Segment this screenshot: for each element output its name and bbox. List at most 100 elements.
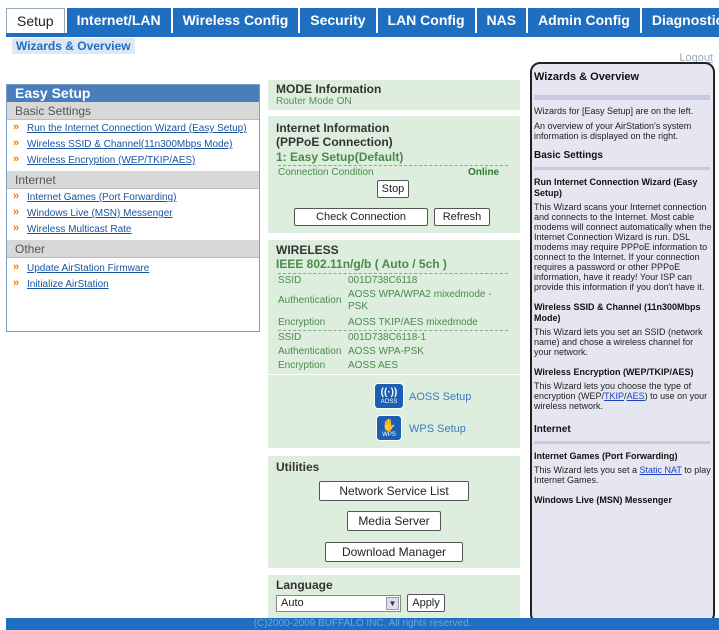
- internet-connection-type: (PPPoE Connection): [276, 135, 393, 149]
- chevron-down-icon: ▼: [386, 597, 399, 610]
- ssid-label: SSID: [278, 275, 302, 286]
- divider: [278, 273, 508, 274]
- help-ssid-text: This Wizard lets you set an SSID (networ…: [534, 327, 703, 357]
- tab-diagnostic[interactable]: Diagnostic: [641, 8, 719, 33]
- utilities-box: Utilities Network Service List Media Ser…: [268, 456, 520, 568]
- wireless-title: WIRELESS: [276, 243, 339, 257]
- double-arrow-icon: »: [13, 206, 20, 218]
- encryption-label: Encryption: [278, 317, 326, 328]
- link-wireless-encryption[interactable]: » Wireless Encryption (WEP/TKIP/AES): [7, 152, 259, 171]
- wireless-mode: IEEE 802.11n/g/b ( Auto / 5ch ): [276, 257, 447, 271]
- tab-bar: Setup Internet/LAN Wireless Config Secur…: [6, 8, 719, 33]
- apply-button[interactable]: Apply: [407, 594, 445, 612]
- double-arrow-icon: »: [13, 277, 20, 289]
- connection-condition-value: Online: [468, 167, 500, 178]
- language-title: Language: [276, 578, 333, 592]
- help-enc-text: This Wizard lets you choose the type of …: [534, 381, 708, 411]
- link-initialize-airstation[interactable]: » Initialize AirStation: [7, 276, 259, 292]
- authentication-label: Authentication: [278, 346, 342, 357]
- ssid-value: 001D738C6118-1: [348, 332, 427, 343]
- mode-info-box: MODE Information Router Mode ON: [268, 80, 520, 110]
- wireless-info-box: WIRELESS IEEE 802.11n/g/b ( Auto / 5ch )…: [268, 240, 520, 448]
- ssid-label: SSID: [278, 332, 302, 343]
- double-arrow-icon: »: [13, 137, 20, 149]
- tab-lan-config[interactable]: LAN Config: [377, 8, 475, 33]
- wps-setup-link[interactable]: WPS Setup: [409, 423, 466, 435]
- divider: [278, 330, 508, 331]
- utilities-title: Utilities: [276, 460, 320, 474]
- aes-link[interactable]: AES: [627, 391, 645, 401]
- internet-info-box: Internet Information (PPPoE Connection) …: [268, 116, 520, 233]
- double-arrow-icon: »: [13, 190, 20, 202]
- link-multicast-rate[interactable]: » Wireless Multicast Rate: [7, 221, 259, 240]
- language-box: Language Auto ▼ Apply: [268, 575, 520, 618]
- aoss-setup-link[interactable]: AOSS Setup: [409, 391, 471, 403]
- refresh-button[interactable]: Refresh: [434, 208, 490, 226]
- network-service-list-button[interactable]: Network Service List: [319, 481, 469, 501]
- link-update-firmware[interactable]: » Update AirStation Firmware: [7, 258, 259, 276]
- tab-security[interactable]: Security: [300, 8, 376, 33]
- tab-setup[interactable]: Setup: [6, 8, 65, 33]
- media-server-button[interactable]: Media Server: [347, 511, 441, 531]
- stop-button[interactable]: Stop: [377, 180, 409, 198]
- connection-condition-label: Connection Condition: [278, 167, 374, 178]
- static-nat-link[interactable]: Static NAT: [640, 465, 682, 475]
- help-run-text: This Wizard scans your Internet connecti…: [534, 202, 712, 292]
- divider: [278, 165, 508, 166]
- link-internet-wizard[interactable]: » Run the Internet Connection Wizard (Ea…: [7, 120, 259, 136]
- mode-info-value: Router Mode ON: [276, 96, 352, 107]
- double-arrow-icon: »: [13, 121, 20, 133]
- double-arrow-icon: »: [13, 153, 20, 165]
- subnav-wizards-overview[interactable]: Wizards & Overview: [12, 38, 135, 54]
- top-navigation: Setup Internet/LAN Wireless Config Secur…: [0, 0, 719, 37]
- section-basic-settings: Basic Settings: [7, 102, 259, 120]
- mode-info-title: MODE Information: [276, 82, 382, 96]
- help-intro-1: Wizards for [Easy Setup] are on the left…: [534, 106, 694, 116]
- tab-internet-lan[interactable]: Internet/LAN: [66, 8, 171, 33]
- tkip-link[interactable]: TKIP: [604, 391, 624, 401]
- authentication-label: Authentication: [278, 295, 342, 306]
- help-run-heading: Run Internet Connection Wizard (Easy Set…: [534, 177, 698, 198]
- subnav-bar: [6, 33, 719, 37]
- link-msn-messenger[interactable]: » Windows Live (MSN) Messenger: [7, 205, 259, 221]
- tab-admin-config[interactable]: Admin Config: [528, 8, 640, 33]
- link-internet-games[interactable]: » Internet Games (Port Forwarding): [7, 189, 259, 205]
- tab-nas[interactable]: NAS: [476, 8, 527, 33]
- aoss-icon[interactable]: ((·)) AOSS: [374, 383, 404, 409]
- ssid-value: 001D738C6118: [348, 275, 418, 286]
- easy-setup-panel: Easy Setup Basic Settings » Run the Inte…: [6, 84, 260, 332]
- section-other: Other: [7, 240, 259, 258]
- internet-info-title: Internet Information: [276, 121, 390, 135]
- language-select[interactable]: Auto ▼: [276, 595, 401, 612]
- link-wireless-ssid-channel[interactable]: » Wireless SSID & Channel(11n300Mbps Mod…: [7, 136, 259, 152]
- double-arrow-icon: »: [13, 261, 20, 273]
- help-panel[interactable]: Wizards & Overview Wizards for [Easy Set…: [530, 62, 715, 624]
- help-internet-heading: Internet: [534, 424, 571, 435]
- encryption-label: Encryption: [278, 360, 326, 371]
- easy-setup-title: Easy Setup: [7, 85, 259, 102]
- help-games-heading: Internet Games (Port Forwarding): [534, 451, 678, 461]
- footer-copyright: (C)2000-2009 BUFFALO INC. All rights res…: [6, 618, 719, 630]
- authentication-value: AOSS WPA-PSK: [348, 346, 424, 357]
- divider: [534, 441, 710, 444]
- help-ssid-heading: Wireless SSID & Channel (11n300Mbps Mode…: [534, 302, 701, 323]
- help-title: Wizards & Overview: [534, 71, 640, 83]
- session-name: 1: Easy Setup(Default): [276, 150, 404, 164]
- help-msn-heading: Windows Live (MSN) Messenger: [534, 495, 672, 505]
- section-internet: Internet: [7, 171, 259, 189]
- encryption-value: AOSS AES: [348, 360, 399, 371]
- wps-icon[interactable]: ✋ WPS: [376, 415, 402, 441]
- download-manager-button[interactable]: Download Manager: [325, 542, 463, 562]
- divider: [534, 167, 710, 170]
- divider: [534, 95, 710, 100]
- help-intro-2: An overview of your AirStation's system …: [534, 121, 692, 141]
- double-arrow-icon: »: [13, 222, 20, 234]
- divider: [268, 374, 520, 375]
- help-enc-heading: Wireless Encryption (WEP/TKIP/AES): [534, 367, 694, 377]
- check-connection-button[interactable]: Check Connection: [294, 208, 428, 226]
- tab-wireless-config[interactable]: Wireless Config: [172, 8, 299, 33]
- help-games-text: This Wizard lets you set a Static NAT to…: [534, 465, 711, 485]
- encryption-value: AOSS TKIP/AES mixedmode: [348, 317, 478, 328]
- help-basic-heading: Basic Settings: [534, 150, 603, 161]
- authentication-value: AOSS WPA/WPA2 mixedmode - PSK: [348, 289, 492, 312]
